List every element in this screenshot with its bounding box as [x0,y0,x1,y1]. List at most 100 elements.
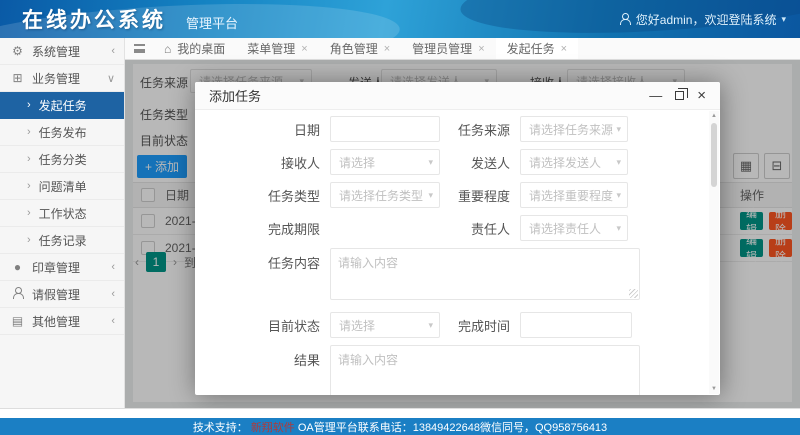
result-textarea[interactable] [330,345,640,395]
form-row-receiver-sender: 接收人 请选择 ▾ 发送人 请选择发送人 ▾ [195,149,720,175]
maximize-icon[interactable] [675,91,684,100]
tab-admin-mgmt[interactable]: 管理员管理 × [401,38,495,59]
form-row-result: 结果 [195,345,720,395]
person-icon [10,287,25,302]
chevron-down-icon: ▾ [781,14,786,25]
form-row-type-importance: 任务类型 请选择任务类型 ▾ 重要程度 请选择重要程度 ▾ [195,182,720,208]
app-header: 在线办公系统 管理平台 您好admin，欢迎登陆系统 ▾ [0,0,800,38]
sidebar-item-business-mgmt[interactable]: ⊞ 业务管理 ∨ [0,65,124,92]
tab-bar: ⌂ 我的桌面 菜单管理 × 角色管理 × 管理员管理 × 发起任务 × [125,38,800,60]
chevron-left-icon: ‹ [111,315,115,327]
importance-label: 重要程度 [440,186,520,205]
sidebar-item-work-status[interactable]: › 工作状态 [0,200,124,227]
content-textarea[interactable] [330,248,640,300]
resize-handle[interactable] [629,289,638,298]
finish-time-input[interactable] [520,312,632,338]
close-icon[interactable]: × [301,43,307,55]
sender-label: 发送人 [440,153,520,172]
chevron-right-icon: › [27,180,31,192]
tab-label: 发起任务 [507,40,555,57]
sidebar-item-label: 任务分类 [39,151,87,168]
home-icon: ⌂ [164,42,171,56]
sidebar-item-seal-mgmt[interactable]: ● 印章管理 ‹ [0,254,124,281]
close-icon[interactable]: × [697,89,706,102]
owner-select[interactable]: 请选择责任人 ▾ [520,215,628,241]
sidebar-item-launch-task[interactable]: › 发起任务 [0,92,124,119]
sidebar-item-task-publish[interactable]: › 任务发布 [0,119,124,146]
type-select[interactable]: 请选择任务类型 ▾ [330,182,440,208]
tab-label: 管理员管理 [412,40,472,57]
sidebar-item-issue-list[interactable]: › 问题清单 [0,173,124,200]
gear-icon: ⚙ [10,44,25,58]
receiver-select[interactable]: 请选择 ▾ [330,149,440,175]
chevron-down-icon: ▾ [616,223,621,234]
select-placeholder: 请选择 [339,317,375,334]
select-placeholder: 请选择重要程度 [529,187,613,204]
platform-label: 管理平台 [186,7,238,32]
chevron-down-icon: ▾ [428,320,433,331]
form-row-date-source: 日期 任务来源 请选择任务来源 ▾ [195,116,720,142]
close-icon[interactable]: × [478,43,484,55]
user-icon [619,13,631,25]
clipboard-icon: ▤ [10,314,25,328]
sidebar-item-task-record[interactable]: › 任务记录 [0,227,124,254]
sidebar-item-other-mgmt[interactable]: ▤ 其他管理 ‹ [0,308,124,335]
sidebar-item-label: 系统管理 [32,43,80,60]
chevron-right-icon: › [27,207,31,219]
receiver-label: 接收人 [195,153,330,172]
sidebar-item-leave-mgmt[interactable]: 请假管理 ‹ [0,281,124,308]
type-label: 任务类型 [195,186,330,205]
owner-label: 责任人 [440,219,520,238]
app-screen: 在线办公系统 管理平台 您好admin，欢迎登陆系统 ▾ ⚙ 系统管理 ‹ ⊞ … [0,0,800,435]
chevron-right-icon: › [27,234,31,246]
sidebar-item-label: 业务管理 [32,70,80,87]
brand: 在线办公系统 管理平台 [22,0,238,38]
chevron-down-icon: ∨ [107,72,115,85]
result-label: 结果 [195,345,330,369]
app-footer: 技术支持： 新翔软件 OA管理平台联系电话：13849422648微信同号，QQ… [0,418,800,435]
contact-info: OA管理平台联系电话：13849422648微信同号，QQ958756413 [298,419,607,435]
chevron-right-icon: › [27,153,31,165]
sidebar-item-system-mgmt[interactable]: ⚙ 系统管理 ‹ [0,38,124,65]
sidebar: ⚙ 系统管理 ‹ ⊞ 业务管理 ∨ › 发起任务 › 任务发布 › 任务分类 ›… [0,38,125,418]
chevron-down-icon: ▾ [428,190,433,201]
source-select[interactable]: 请选择任务来源 ▾ [520,116,628,142]
user-greeting: 您好admin，欢迎登陆系统 [636,11,777,28]
scroll-up-icon[interactable]: ▲ [709,111,719,121]
tab-launch-task[interactable]: 发起任务 × [496,38,578,59]
select-placeholder: 请选择任务来源 [529,121,613,138]
modal-title: 添加任务 [209,86,261,105]
minimize-icon[interactable]: — [649,91,662,101]
content-label: 任务内容 [195,248,330,272]
source-label: 任务来源 [440,120,520,139]
sender-select[interactable]: 请选择发送人 ▾ [520,149,628,175]
user-menu[interactable]: 您好admin，欢迎登陆系统 ▾ [619,0,786,38]
close-icon[interactable]: × [384,43,390,55]
sidebar-item-label: 印章管理 [32,259,80,276]
finish-time-label: 完成时间 [440,316,520,335]
status-select[interactable]: 请选择 ▾ [330,312,440,338]
chevron-down-icon: ▾ [428,157,433,168]
sidebar-item-label: 其他管理 [32,313,80,330]
scroll-down-icon[interactable]: ▼ [709,384,719,394]
chevron-right-icon: › [27,126,31,138]
date-input[interactable] [330,116,440,142]
collapse-sidebar-button[interactable] [125,38,153,59]
tab-role-mgmt[interactable]: 角色管理 × [319,38,401,59]
sidebar-item-task-category[interactable]: › 任务分类 [0,146,124,173]
sidebar-item-label: 问题清单 [39,178,87,195]
sidebar-item-label: 任务发布 [39,124,87,141]
select-placeholder: 请选择任务类型 [339,187,423,204]
modal-scrollbar[interactable]: ▲ ▼ [709,111,719,394]
date-label: 日期 [195,120,330,139]
deadline-label: 完成期限 [195,219,330,238]
tab-menu-mgmt[interactable]: 菜单管理 × [236,38,318,59]
tab-label: 角色管理 [330,40,378,57]
scrollbar-thumb[interactable] [711,123,717,187]
chevron-left-icon: ‹ [111,45,115,57]
close-icon[interactable]: × [561,43,567,55]
modal-header: 添加任务 — × [195,82,720,110]
tab-my-desktop[interactable]: ⌂ 我的桌面 [153,38,236,59]
importance-select[interactable]: 请选择重要程度 ▾ [520,182,628,208]
chevron-down-icon: ▾ [616,157,621,168]
